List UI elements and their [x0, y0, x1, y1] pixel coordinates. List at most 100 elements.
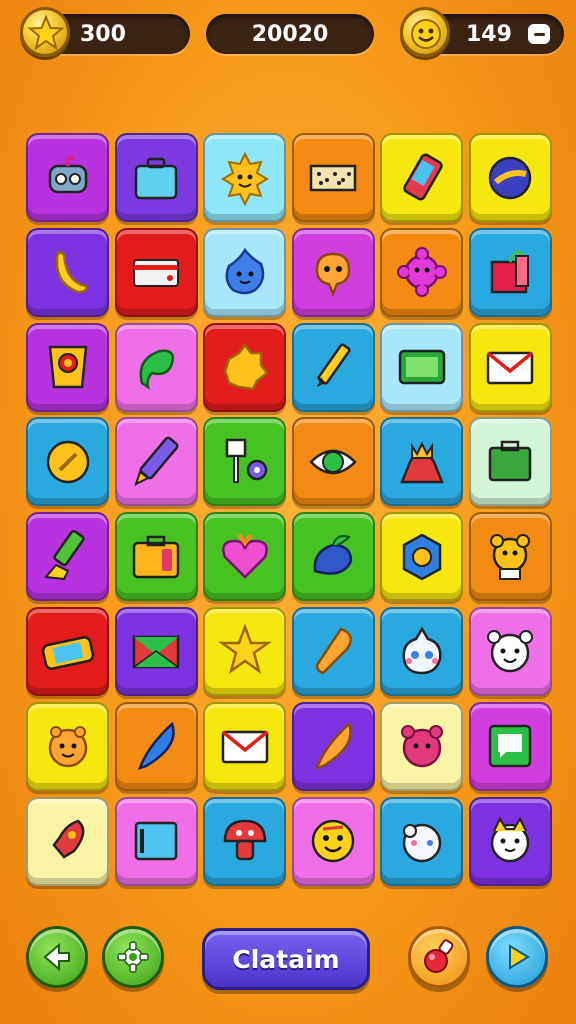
play-button[interactable]	[486, 926, 548, 988]
board-tile[interactable]	[114, 606, 198, 696]
board-tile[interactable]	[468, 512, 552, 602]
board-tile[interactable]	[291, 796, 375, 886]
smiley-icon	[312, 819, 355, 863]
robot-icon	[48, 155, 87, 193]
board-tile[interactable]	[26, 227, 109, 317]
board-tile[interactable]	[203, 417, 287, 507]
board-tile[interactable]	[380, 227, 464, 317]
board-tile[interactable]	[26, 701, 109, 791]
board-tile[interactable]	[380, 322, 464, 412]
briefcase-icon	[134, 157, 178, 199]
smiley-coin-icon	[400, 7, 450, 57]
puppy-icon	[487, 630, 534, 673]
board-tile[interactable]	[203, 227, 287, 317]
phone-icon	[403, 153, 443, 200]
board-tile[interactable]	[203, 133, 287, 222]
crown-dress-icon	[400, 441, 444, 484]
sun-face-icon	[220, 151, 269, 206]
banana-icon	[55, 250, 88, 294]
board-tile[interactable]	[26, 606, 109, 696]
heart-icon	[221, 533, 268, 579]
board-tile[interactable]	[114, 701, 198, 791]
blue-tablet-icon	[134, 821, 178, 861]
board-tile[interactable]	[26, 322, 109, 412]
board-tile[interactable]	[380, 512, 464, 602]
board-tile[interactable]	[291, 417, 375, 507]
minus-button[interactable]	[528, 24, 550, 44]
board-tile[interactable]	[380, 606, 464, 696]
white-cat-icon	[491, 817, 530, 863]
board-tile[interactable]	[114, 417, 198, 507]
green-case-icon	[489, 440, 532, 482]
board-tile[interactable]	[114, 796, 198, 886]
orange-feather-icon	[315, 722, 352, 771]
board-tile[interactable]	[203, 606, 287, 696]
board-tile[interactable]	[291, 512, 375, 602]
orange-blob-icon	[316, 253, 351, 298]
board-tile[interactable]	[114, 133, 198, 222]
back-button[interactable]	[26, 926, 88, 988]
board-tile[interactable]	[291, 322, 375, 412]
hexagon-icon	[402, 533, 442, 581]
board-tile[interactable]	[114, 322, 198, 412]
gift-box-icon	[491, 251, 530, 294]
board-tile[interactable]	[203, 701, 287, 791]
red-mushroom-icon	[223, 819, 266, 861]
planet-icon	[489, 156, 532, 199]
board-tile[interactable]	[380, 133, 464, 222]
pink-flower-icon	[396, 247, 447, 298]
pink-bear-icon	[400, 725, 443, 768]
mail-icon	[221, 730, 268, 764]
chat-card-icon	[489, 725, 532, 768]
board-tile[interactable]	[203, 796, 287, 886]
stars-value: 300	[80, 21, 126, 47]
board-tile[interactable]	[26, 796, 109, 886]
green-marker-icon	[43, 529, 85, 580]
film-strip-icon	[310, 164, 357, 191]
board-tile[interactable]	[468, 133, 552, 222]
play-icon	[509, 944, 530, 970]
board-tile[interactable]	[26, 512, 109, 602]
star-icon	[217, 623, 272, 675]
yellow-coin-icon	[46, 440, 89, 484]
board-tile[interactable]	[468, 227, 552, 317]
board-tile[interactable]	[291, 701, 375, 791]
board-tile[interactable]	[291, 133, 375, 222]
board-tile[interactable]	[468, 606, 552, 696]
pencil-icon	[317, 343, 351, 388]
board-tile[interactable]	[468, 322, 552, 412]
board-tile[interactable]	[468, 417, 552, 507]
board-tile[interactable]	[380, 417, 464, 507]
bear-icon	[490, 533, 531, 580]
card-icon	[133, 259, 180, 288]
board-tile[interactable]	[291, 606, 375, 696]
board-tile[interactable]	[26, 133, 109, 222]
score-value: 20020	[251, 21, 329, 47]
gear-icon	[117, 941, 149, 973]
settings-button[interactable]	[102, 926, 164, 988]
green-leaf-icon	[139, 349, 175, 390]
coins-value: 149	[466, 21, 512, 47]
star-coin-icon	[20, 7, 70, 57]
board-tile[interactable]	[26, 417, 109, 507]
score-counter: 20020	[206, 14, 374, 54]
board-tile[interactable]	[468, 796, 552, 886]
claim-button[interactable]: Clataim	[202, 928, 370, 990]
board-tile[interactable]	[114, 227, 198, 317]
orange-critter-icon	[48, 726, 87, 768]
board-tile[interactable]	[468, 701, 552, 791]
claim-label: Clataim	[232, 944, 340, 974]
potion-button[interactable]	[408, 926, 470, 988]
board-tile[interactable]	[114, 512, 198, 602]
board-tile[interactable]	[203, 322, 287, 412]
board-tile[interactable]	[291, 227, 375, 317]
blue-feather-icon	[138, 722, 175, 771]
purple-crayon-icon	[134, 436, 179, 486]
board-tile[interactable]	[203, 512, 287, 602]
blueberry-icon	[313, 534, 353, 575]
board-tile[interactable]	[380, 796, 464, 886]
board-tile[interactable]	[380, 701, 464, 791]
back-arrow-icon	[43, 942, 70, 972]
white-puff-icon	[402, 823, 442, 863]
envelope-icon	[487, 351, 534, 385]
